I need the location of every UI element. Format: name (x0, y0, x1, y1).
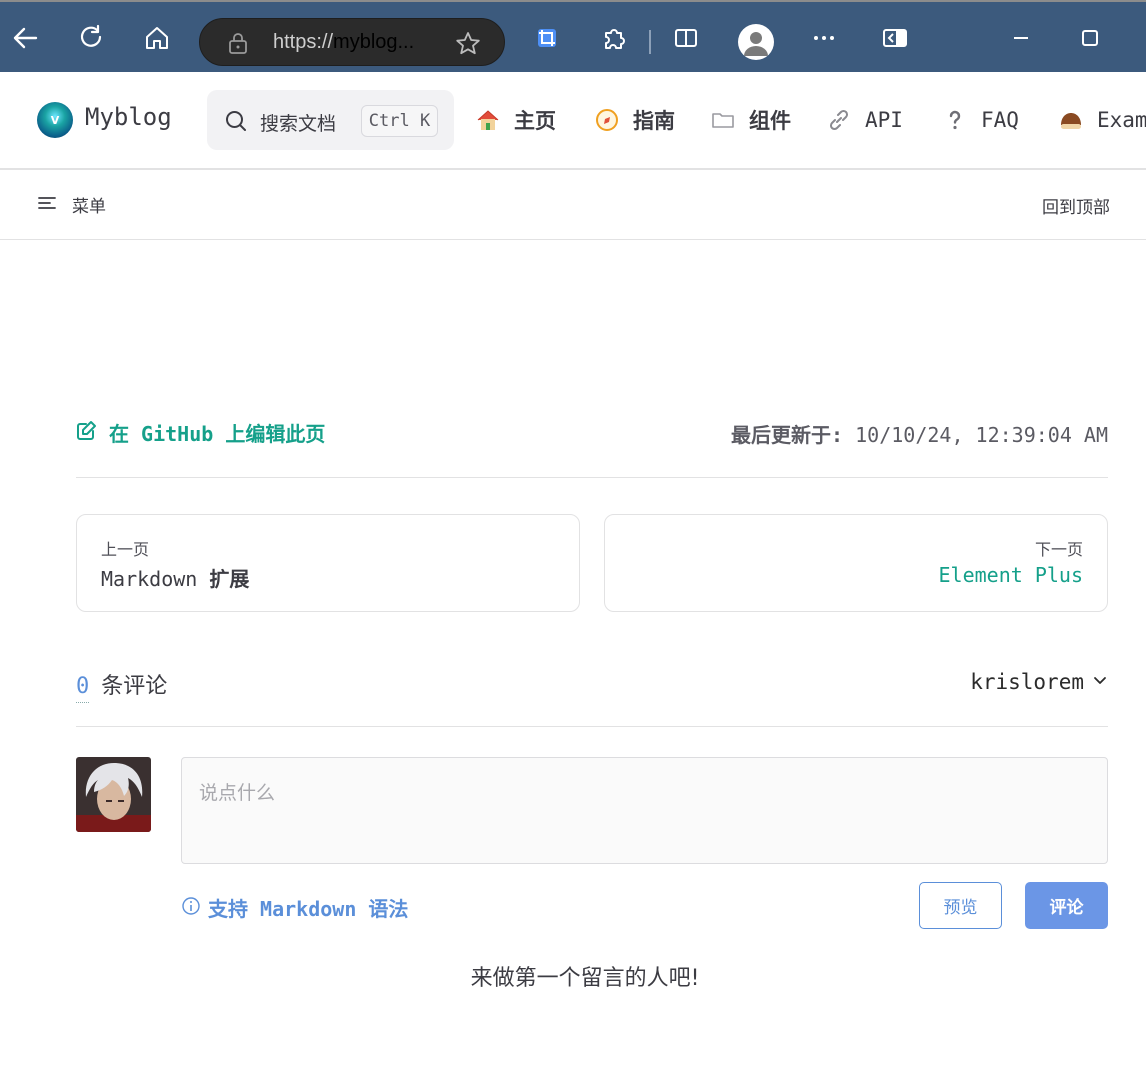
empty-comments-message: 来做第一个留言的人吧! (470, 966, 700, 991)
prev-page-desc: 上一页 (101, 540, 150, 559)
url-text[interactable]: https://myblog... (273, 31, 414, 54)
site-logo[interactable]: V (37, 102, 73, 138)
address-bar[interactable]: https://myblog... (199, 18, 505, 66)
site-title[interactable]: Myblog (85, 103, 172, 131)
more-icon[interactable] (806, 20, 842, 56)
prev-page-title: Markdown 扩展 (101, 563, 249, 592)
compass-icon (593, 106, 621, 134)
prev-page-link[interactable]: 上一页 Markdown 扩展 (76, 514, 580, 612)
nav-item-faq[interactable]: FAQ (941, 104, 1019, 136)
question-icon (941, 106, 969, 134)
nav-item-label: Exam (1097, 108, 1146, 132)
nav-item-label: 指南 (633, 109, 675, 133)
extensions-icon[interactable] (596, 20, 632, 56)
browser-toolbar: https://myblog... (0, 0, 1146, 72)
next-page-title: Element Plus (938, 563, 1084, 587)
last-updated-label: 最后更新于: (731, 423, 844, 447)
search-icon (225, 110, 247, 136)
next-page-desc: 下一页 (1034, 540, 1083, 559)
local-nav: 菜单 回到顶部 (0, 170, 1146, 240)
link-icon (825, 106, 853, 134)
last-updated: 最后更新于: 10/10/24, 12:39:04 AM (731, 419, 1108, 448)
house-icon (474, 106, 502, 134)
screenshot-icon[interactable] (529, 20, 565, 56)
edit-on-github-link[interactable]: 在 GitHub 上编辑此页 (76, 418, 325, 447)
chevron-down-icon (1092, 672, 1108, 692)
back-to-top-link[interactable]: 回到顶部 (1042, 193, 1110, 218)
url-prefix: https:// (273, 31, 334, 53)
search-shortcut: Ctrl K (361, 105, 438, 137)
prev-page-title-en: Markdown (101, 567, 198, 591)
nav-item-examples[interactable]: Exam (1057, 104, 1146, 136)
edit-link-label: 在 GitHub 上编辑此页 (109, 422, 326, 446)
nav-item-label: FAQ (981, 108, 1019, 132)
nav-item-home[interactable]: 主页 (474, 104, 556, 136)
edit-icon (76, 420, 97, 445)
comment-count-label: 条评论 (101, 674, 168, 699)
comment-count: 0 条评论 (76, 668, 167, 703)
info-icon (181, 896, 201, 920)
nav-item-label: API (865, 108, 903, 132)
home-icon[interactable] (139, 20, 175, 56)
user-dropdown[interactable]: krislorem (970, 670, 1108, 694)
split-screen-icon[interactable] (668, 20, 704, 56)
nav-item-label: 主页 (514, 109, 556, 133)
divider (76, 477, 1108, 478)
minimize-icon[interactable] (1003, 20, 1039, 56)
profile-icon[interactable] (738, 24, 774, 60)
menu-button[interactable]: 菜单 (37, 192, 106, 217)
folder-icon (709, 106, 737, 134)
maximize-icon[interactable] (1072, 20, 1108, 56)
markdown-hint-label: 支持 Markdown 语法 (208, 897, 409, 921)
last-updated-value: 10/10/24, 12:39:04 AM (855, 423, 1108, 447)
comment-count-number: 0 (76, 672, 90, 703)
divider (76, 726, 1108, 727)
chestnut-icon (1057, 106, 1085, 134)
refresh-icon[interactable] (73, 20, 109, 56)
nav-item-label: 组件 (749, 109, 791, 133)
prev-page-title-cn: 扩展 (209, 567, 250, 591)
menu-icon (37, 193, 57, 217)
preview-button[interactable]: 预览 (919, 882, 1002, 929)
username: krislorem (970, 670, 1084, 694)
avatar (76, 757, 151, 832)
back-icon[interactable] (7, 20, 43, 56)
url-host: myblog... (333, 31, 415, 53)
search-placeholder: 搜索文档 (260, 113, 337, 135)
nav-item-guide[interactable]: 指南 (593, 104, 675, 136)
submit-comment-button[interactable]: 评论 (1025, 882, 1108, 929)
favorite-star-icon[interactable] (454, 30, 482, 58)
search-button[interactable]: 搜索文档 Ctrl K (207, 90, 454, 150)
next-page-link[interactable]: 下一页 Element Plus (604, 514, 1108, 612)
site-navbar: V Myblog 搜索文档 Ctrl K 主页 指南 组件 API FAQ Ex… (0, 72, 1146, 170)
lock-icon[interactable] (226, 31, 250, 55)
sidebar-icon[interactable] (877, 20, 913, 56)
comment-input[interactable] (181, 757, 1108, 864)
nav-item-components[interactable]: 组件 (709, 104, 791, 136)
nav-item-api[interactable]: API (825, 104, 903, 136)
markdown-hint-link[interactable]: 支持 Markdown 语法 (181, 893, 408, 922)
toolbar-divider (649, 30, 651, 54)
menu-label: 菜单 (72, 197, 106, 217)
